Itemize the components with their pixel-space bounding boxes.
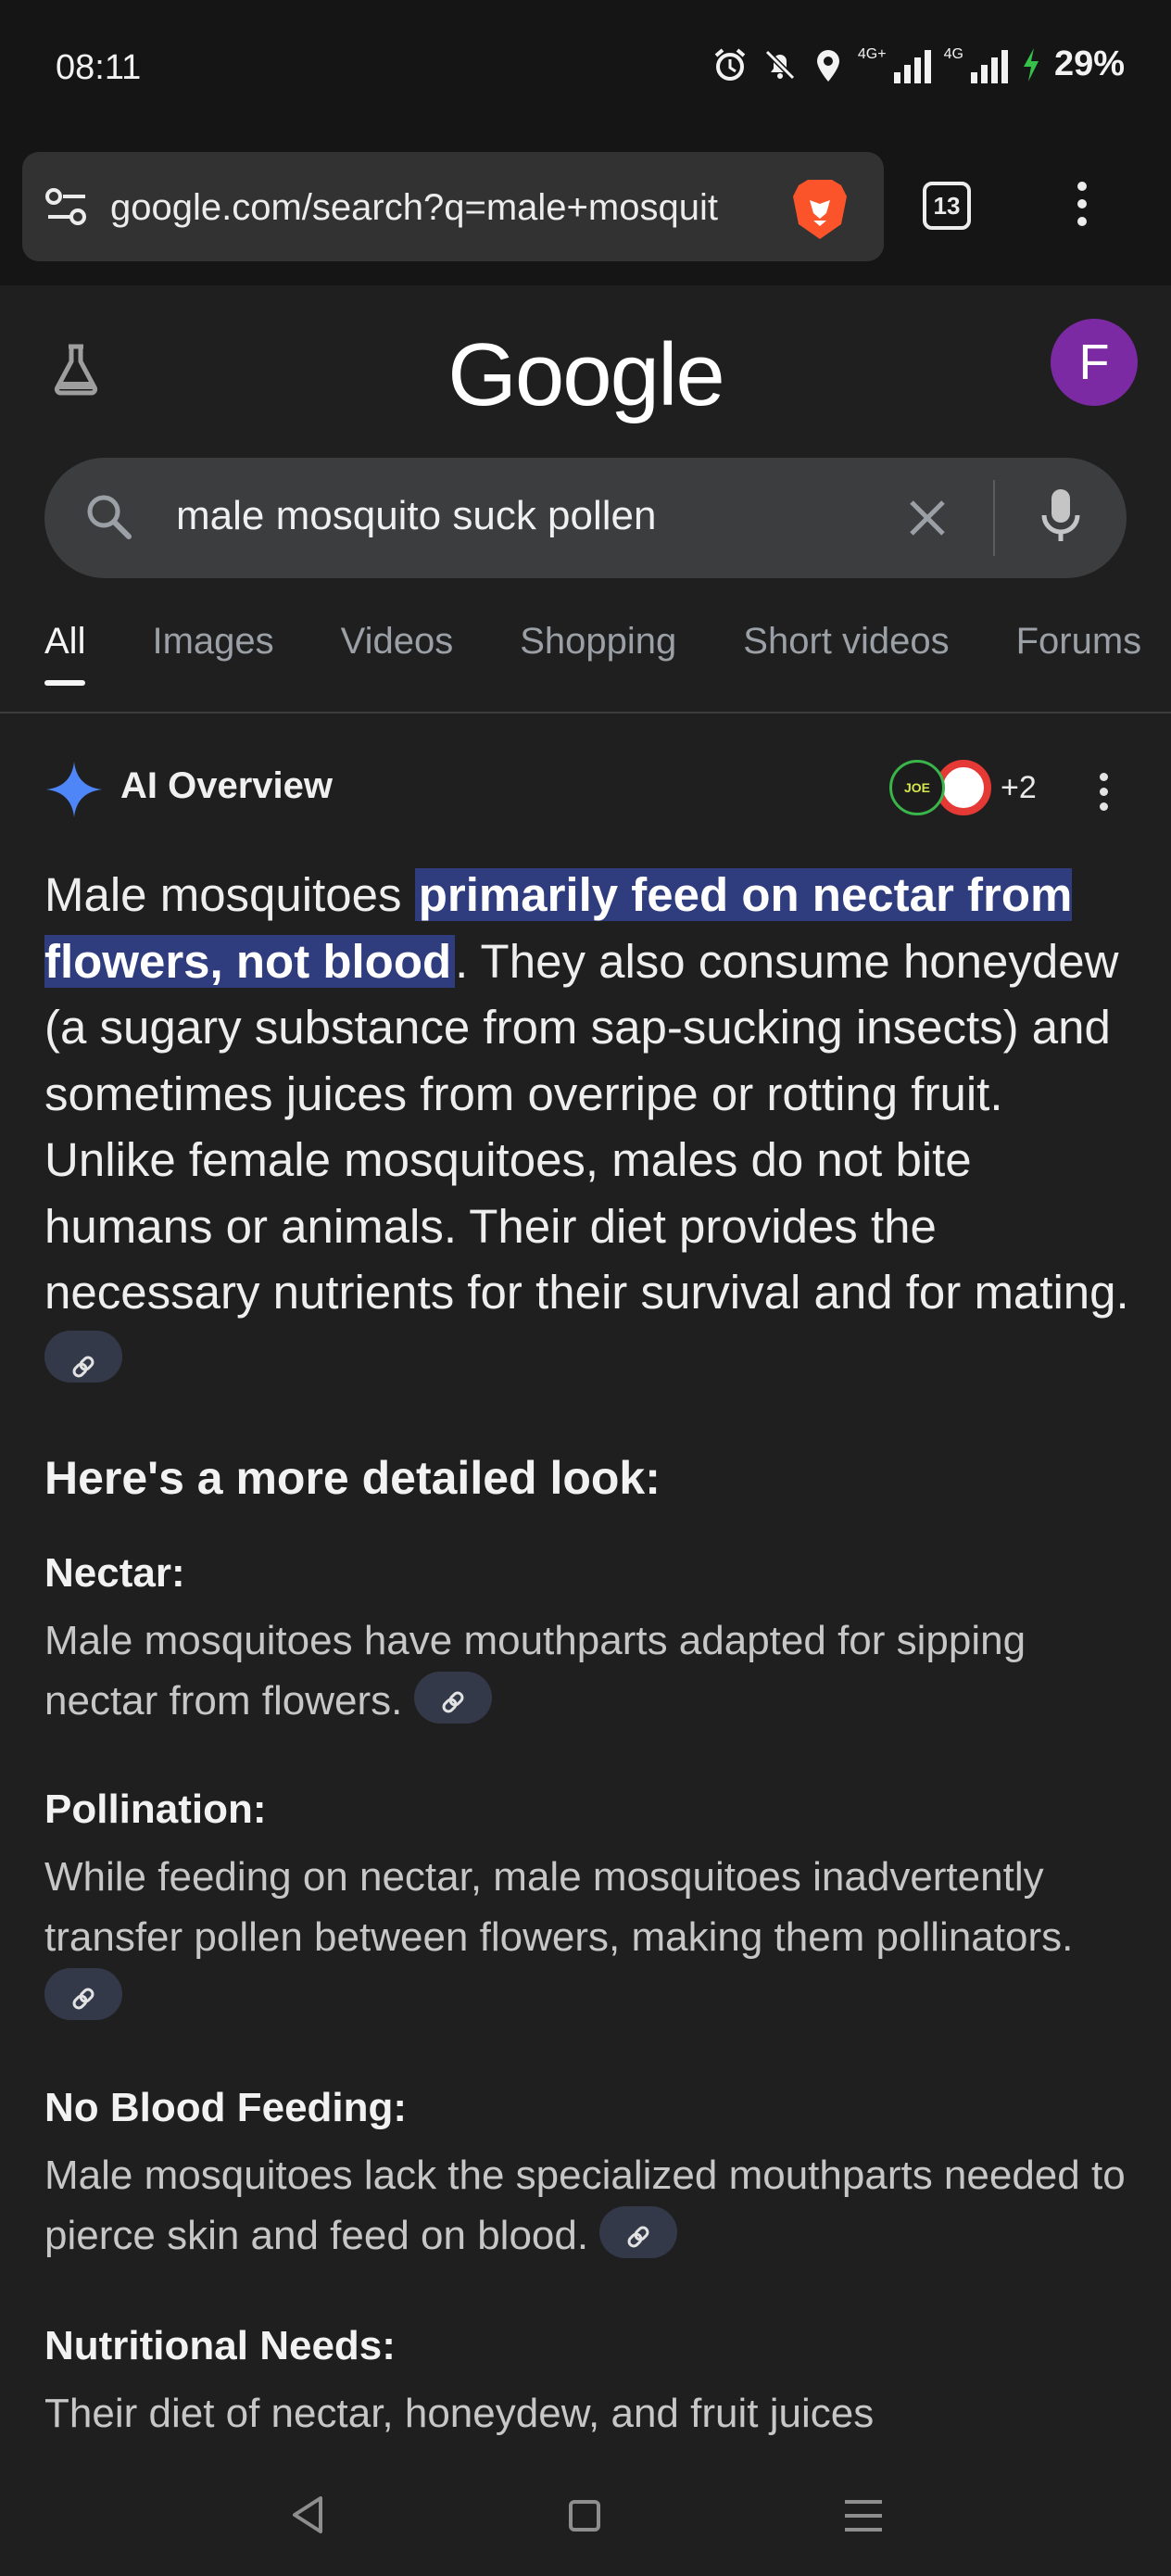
url-text[interactable]: google.com/search?q=male+mosquit — [110, 187, 791, 229]
summary-text-start: Male mosquitoes — [44, 868, 415, 921]
back-icon[interactable] — [289, 2494, 326, 2535]
battery-percent: 29% — [1053, 44, 1125, 83]
link-icon — [72, 1356, 94, 1378]
tab-switcher-button[interactable]: 13 — [923, 182, 971, 230]
tab-short-videos[interactable]: Short videos — [743, 621, 949, 686]
alarm-icon — [714, 47, 746, 81]
more-vert-icon[interactable] — [1097, 773, 1110, 817]
avatar[interactable]: F — [1051, 319, 1138, 406]
signal-icon: 4G+ — [858, 46, 931, 83]
google-logo[interactable]: Google — [0, 324, 1171, 426]
status-time: 08:11 — [56, 48, 142, 87]
browser-toolbar: google.com/search?q=male+mosquit 13 — [0, 139, 1171, 285]
search-icon — [87, 495, 132, 539]
detail-item: Pollination: While feeding on nectar, ma… — [44, 1784, 1138, 2027]
status-bar: 08:11 4G+ 4G 29% — [0, 0, 1171, 139]
citation-link-button[interactable] — [413, 1672, 492, 1724]
brave-lion-icon[interactable] — [789, 176, 850, 241]
signal-icon: 4G — [944, 46, 1008, 83]
tab-all[interactable]: All — [44, 621, 86, 686]
citation-link-button[interactable] — [44, 1968, 122, 2021]
tab-forums[interactable]: Forums — [1016, 621, 1142, 686]
detail-item-text: Their diet of nectar, honeydew, and frui… — [44, 2391, 875, 2436]
detail-item-text: Male mosquitoes lack the specialized mou… — [44, 2153, 1126, 2259]
link-icon — [627, 2226, 649, 2248]
home-icon[interactable] — [569, 2500, 600, 2532]
ai-overview-summary: Male mosquitoes primarily feed on nectar… — [44, 862, 1138, 1392]
detail-item-title: Nutritional Needs: — [44, 2323, 396, 2368]
url-bar[interactable]: google.com/search?q=male+mosquit — [22, 152, 884, 261]
ai-sparkle-icon — [46, 762, 102, 817]
tune-icon[interactable] — [44, 187, 89, 228]
divider — [993, 480, 995, 556]
detail-item: Nectar: Male mosquitoes have mouthparts … — [44, 1547, 1138, 1731]
detail-item-text: Male mosquitoes have mouthparts adapted … — [44, 1618, 1026, 1724]
source-joe-icon[interactable]: JOE — [889, 760, 945, 815]
ai-overview-title: AI Overview — [120, 765, 334, 806]
more-sources-count[interactable]: +2 — [1001, 770, 1037, 806]
link-icon — [442, 1691, 464, 1713]
detail-item: No Blood Feeding: Male mosquitoes lack t… — [44, 2082, 1138, 2266]
detail-item: Nutritional Needs: Their diet of nectar,… — [44, 2320, 1138, 2443]
detail-subheading: Here's a more detailed look: — [44, 1452, 661, 1504]
tab-shopping[interactable]: Shopping — [520, 621, 676, 686]
tab-images[interactable]: Images — [152, 621, 273, 686]
search-input[interactable]: male mosquito suck pollen — [176, 493, 656, 539]
detail-item-title: No Blood Feeding: — [44, 2085, 408, 2130]
detail-item-title: Nectar: — [44, 1550, 185, 1596]
citation-link-button[interactable] — [599, 2206, 678, 2259]
search-tabs: All Images Videos Shopping Short videos … — [44, 621, 1141, 686]
silent-bell-icon — [764, 49, 796, 80]
summary-text-end: . They also consume honeydew (a sugary s… — [44, 934, 1129, 1320]
status-icons: 4G+ 4G 29% — [711, 44, 1125, 84]
divider — [0, 712, 1171, 713]
recents-icon[interactable] — [845, 2500, 882, 2542]
detail-item-text: While feeding on nectar, male mosquitoes… — [44, 1847, 1138, 2027]
link-icon — [72, 1988, 94, 2010]
search-box[interactable]: male mosquito suck pollen — [44, 458, 1127, 578]
close-icon[interactable] — [904, 495, 951, 541]
location-icon — [816, 49, 839, 82]
tab-videos[interactable]: Videos — [341, 621, 454, 686]
detail-item-title: Pollination: — [44, 1787, 267, 1832]
mic-icon[interactable] — [1038, 486, 1084, 550]
system-nav-bar — [0, 2465, 1171, 2576]
source-avatars[interactable]: JOE +2 — [889, 758, 1037, 817]
charging-icon — [1023, 47, 1039, 82]
more-vert-icon[interactable] — [1073, 182, 1091, 237]
citation-link-button[interactable] — [44, 1331, 122, 1383]
